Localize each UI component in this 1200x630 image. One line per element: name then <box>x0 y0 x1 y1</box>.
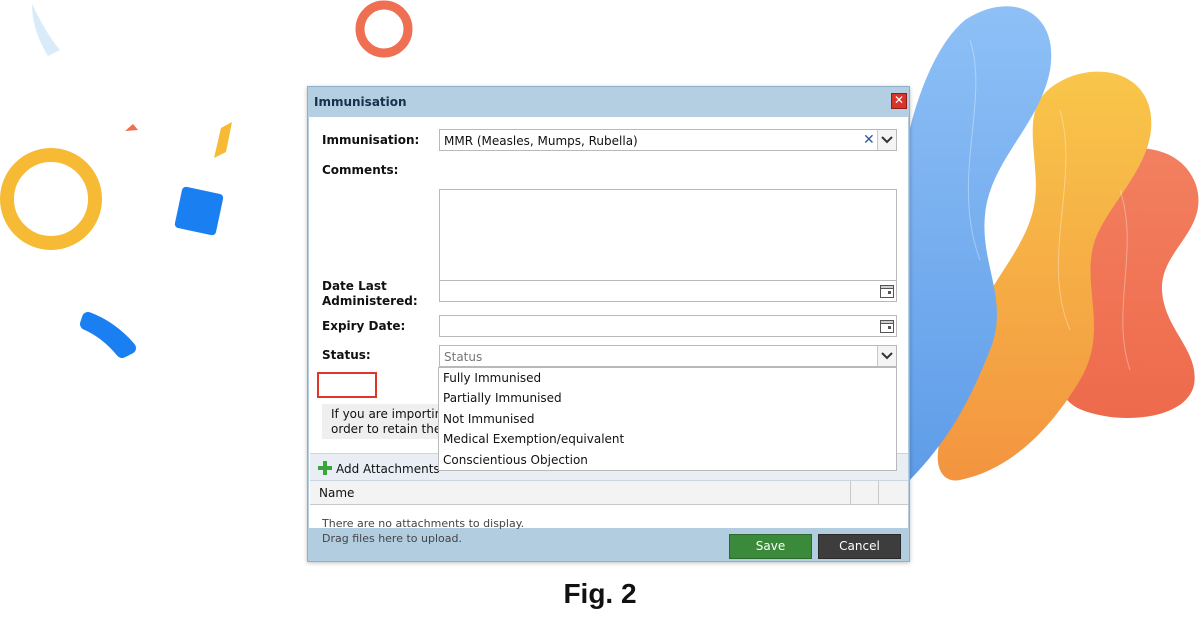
dialog-titlebar[interactable]: Immunisation ✕ <box>308 87 909 117</box>
calendar-icon[interactable] <box>879 283 895 299</box>
status-placeholder: Status <box>444 350 483 364</box>
plus-icon <box>318 461 332 475</box>
immunisation-select[interactable]: MMR (Measles, Mumps, Rubella) ✕ <box>439 129 897 151</box>
confetti-blue-arc <box>80 312 136 358</box>
dialog-title: Immunisation <box>314 95 407 109</box>
save-button[interactable]: Save <box>729 534 812 559</box>
status-dropdown-list: Fully Immunised Partially Immunised Not … <box>438 367 897 471</box>
calendar-icon[interactable] <box>879 318 895 334</box>
expiry-date-label: Expiry Date: <box>322 319 406 333</box>
status-label: Status: <box>322 348 371 362</box>
status-option[interactable]: Medical Exemption/equivalent <box>443 432 624 446</box>
blob-red <box>1053 148 1199 418</box>
status-highlight-box <box>317 372 377 398</box>
column-header-name[interactable]: Name <box>319 486 354 500</box>
status-option[interactable]: Partially Immunised <box>443 391 562 405</box>
blob-blue <box>905 6 1052 485</box>
date-last-administered-field[interactable] <box>439 280 897 302</box>
expiry-date-field[interactable] <box>439 315 897 337</box>
column-separator <box>878 481 879 504</box>
empty-attachments-line-1: There are no attachments to display. <box>322 517 525 530</box>
confetti-light-blue <box>32 4 60 56</box>
date-last-administered-label-line2: Administered: <box>322 294 418 308</box>
status-option[interactable]: Conscientious Objection <box>443 453 588 467</box>
close-icon[interactable]: ✕ <box>891 93 907 109</box>
ring-orange <box>355 0 413 58</box>
chevron-down-icon[interactable] <box>877 130 896 150</box>
info-line-2: order to retain the: <box>331 422 446 436</box>
status-option[interactable]: Fully Immunised <box>443 371 541 385</box>
attachments-grid-header: Name <box>310 481 908 505</box>
immunisation-label: Immunisation: <box>322 133 420 147</box>
square-blue <box>174 186 224 236</box>
comments-label: Comments: <box>322 163 399 177</box>
clear-x-icon[interactable]: ✕ <box>863 132 875 148</box>
info-line-1: If you are importin <box>331 407 443 421</box>
ring-yellow <box>0 148 102 250</box>
date-last-administered-label-line1: Date Last <box>322 279 387 293</box>
column-separator <box>850 481 851 504</box>
confetti-red <box>125 124 138 131</box>
confetti-yellow <box>214 122 232 158</box>
status-option[interactable]: Not Immunised <box>443 412 535 426</box>
add-attachments-label: Add Attachments <box>336 462 440 476</box>
chevron-down-icon[interactable] <box>877 346 896 366</box>
figure-caption: Fig. 2 <box>563 578 637 609</box>
immunisation-dialog: Immunisation ✕ Immunisation: MMR (Measle… <box>307 86 910 562</box>
cancel-button[interactable]: Cancel <box>818 534 901 559</box>
immunisation-value: MMR (Measles, Mumps, Rubella) <box>444 134 638 148</box>
status-select[interactable]: Status <box>439 345 897 367</box>
blob-yellow <box>937 71 1152 481</box>
empty-attachments-line-2: Drag files here to upload. <box>322 532 462 545</box>
add-attachments-button[interactable]: Add Attachments <box>318 459 440 476</box>
